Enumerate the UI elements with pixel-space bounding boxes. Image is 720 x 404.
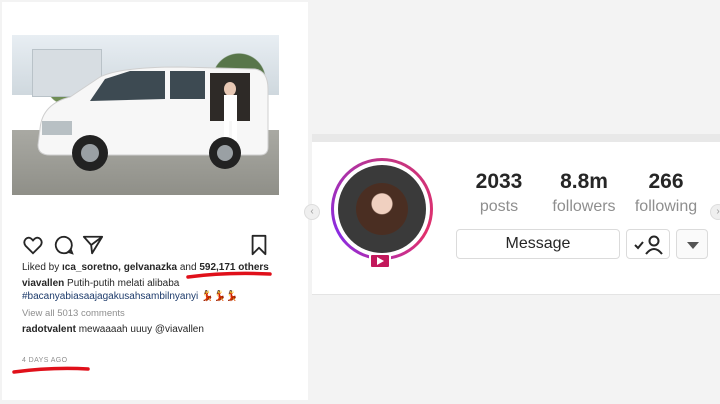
- caption-text: Putih-putih melati alibaba: [67, 278, 180, 289]
- stat-posts-number: 2033: [475, 170, 523, 193]
- caption-hashtag[interactable]: #bacanyabiasaajagakusahsambilnyanyi: [22, 291, 198, 302]
- white-van-illustration: [37, 66, 269, 171]
- stat-following-number: 266: [648, 170, 684, 193]
- avatar-inner: [334, 161, 430, 257]
- comment-text: mewaaaah uuuy @viavallen: [78, 324, 204, 335]
- post-timestamp: 4 DAYS AGO: [22, 357, 68, 364]
- paper-plane-icon[interactable]: [82, 234, 104, 256]
- stat-followers-number: 8.8m: [560, 170, 608, 193]
- comment-item: radotvalent mewaaaah uuuy @viavallen: [22, 324, 204, 335]
- stat-posts[interactable]: 2033 posts: [464, 170, 534, 216]
- stat-following-label: following: [634, 198, 698, 215]
- caption-username[interactable]: viavallen: [22, 278, 64, 289]
- likes-count[interactable]: 592,171 others: [199, 262, 269, 273]
- post-actions: [22, 234, 272, 256]
- profile-avatar[interactable]: [331, 158, 433, 260]
- instagram-post: Liked by ıca_soretno, gelvanazka and 592…: [2, 2, 308, 400]
- avatar-disc: [338, 165, 426, 253]
- heart-icon[interactable]: [22, 234, 44, 256]
- post-caption: viavallen Putih-putih melati alibaba #ba…: [22, 277, 282, 303]
- avatar-photo: [356, 183, 408, 235]
- following-check-icon: [634, 235, 663, 255]
- profile-divider: [312, 294, 720, 295]
- stat-posts-label: posts: [479, 198, 519, 215]
- stat-following[interactable]: 266 following: [630, 170, 702, 216]
- bookmark-icon[interactable]: [248, 234, 270, 256]
- message-button[interactable]: Message: [456, 229, 620, 259]
- igtv-play-icon[interactable]: [369, 253, 391, 269]
- chevron-left-icon[interactable]: ‹: [304, 204, 320, 220]
- post-photo[interactable]: [12, 35, 279, 195]
- view-all-comments-link[interactable]: View all 5013 comments: [22, 308, 125, 319]
- caption-emoji: 💃💃💃: [201, 291, 239, 302]
- profile-header: ‹ › 2033 posts 8.8m followers 266 follow…: [304, 134, 720, 295]
- stat-followers[interactable]: 8.8m followers: [544, 170, 624, 216]
- likes-prefix: Liked by: [22, 262, 60, 273]
- likes-users[interactable]: ıca_soretno, gelvanazka: [62, 262, 177, 273]
- chevron-right-icon[interactable]: ›: [710, 204, 720, 220]
- stat-followers-label: followers: [552, 198, 616, 215]
- likes-line: Liked by ıca_soretno, gelvanazka and 592…: [22, 262, 269, 273]
- comment-username[interactable]: radotvalent: [22, 324, 76, 335]
- chevron-down-icon[interactable]: [676, 229, 708, 259]
- likes-and: and: [179, 262, 197, 273]
- comment-bubble-icon[interactable]: [53, 234, 75, 256]
- following-button[interactable]: [626, 229, 670, 259]
